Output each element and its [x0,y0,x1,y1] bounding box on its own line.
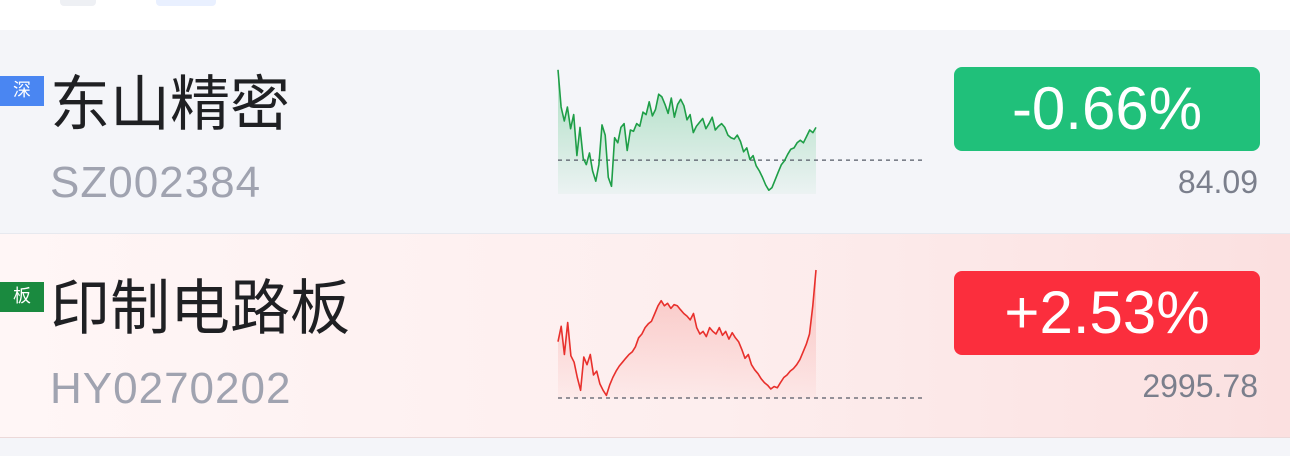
stock-row-pcb-board[interactable]: 板 印制电路板 HY0270202 +2.53% 2995.78 [0,234,1290,438]
stock-code: SZ002384 [50,158,262,207]
tab-indicator-left[interactable] [60,0,96,6]
sector-badge: 板 [0,282,44,312]
market-badge: 深 [0,76,44,106]
tab-indicator-active[interactable] [156,0,216,6]
stock-name: 东山精密 [50,70,290,140]
next-row-stub [0,438,1290,456]
stock-row-dongshan[interactable]: 深 东山精密 SZ002384 -0.66% 84.09 [0,30,1290,234]
top-tab-strip [0,0,1290,30]
sector-code: HY0270202 [50,364,292,413]
intraday-sparkline-chart [557,69,924,194]
change-percent-badge[interactable]: +2.53% [954,271,1260,355]
sparkline-area [558,270,816,398]
last-price: 84.09 [1177,164,1258,200]
change-percent-badge[interactable]: -0.66% [954,67,1260,151]
intraday-sparkline-chart [557,269,924,399]
sector-name: 印制电路板 [50,274,350,344]
last-price: 2995.78 [1142,368,1258,404]
